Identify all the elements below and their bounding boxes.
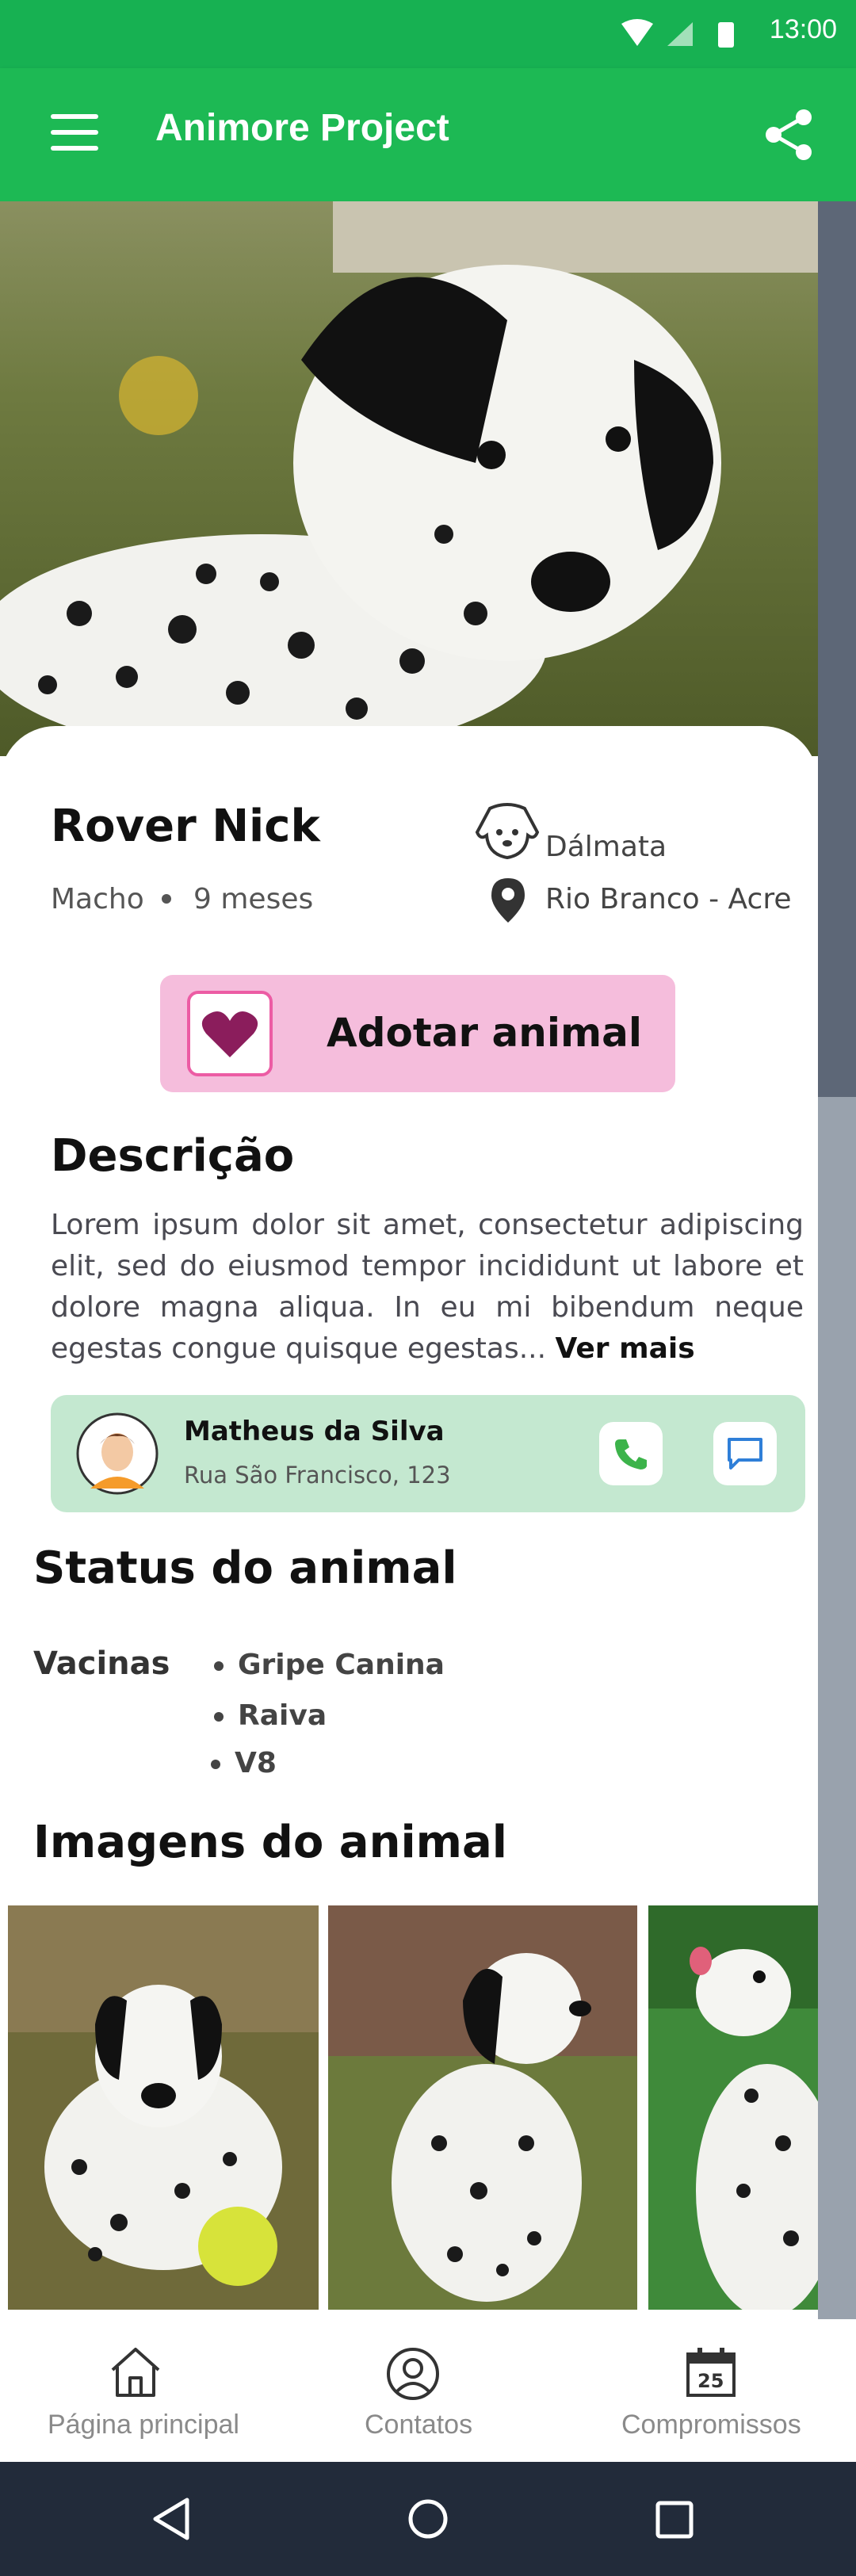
pet-breed: Dálmata <box>545 831 667 863</box>
description-text-block: Lorem ipsum dolor sit amet, consectetur … <box>51 1205 804 1370</box>
menu-icon[interactable] <box>51 113 98 154</box>
images-heading: Imagens do animal <box>33 1817 507 1868</box>
nav-label: Página principal <box>48 2410 239 2440</box>
app-title: Animore Project <box>155 107 449 149</box>
nav-label: Compromissos <box>621 2410 801 2440</box>
nav-item-contacts[interactable]: Contatos <box>333 2346 523 2449</box>
nav-label: Contatos <box>365 2410 473 2440</box>
dog-icon <box>475 803 540 860</box>
chat-icon <box>728 1438 762 1470</box>
vaccines-label: Vacinas <box>33 1645 170 1682</box>
pet-sex: Macho <box>51 883 144 915</box>
nav-item-home[interactable]: Página principal <box>32 2346 269 2449</box>
nav-item-appointments[interactable]: 25 Compromissos <box>610 2346 840 2449</box>
owner-card[interactable]: Matheus da Silva Rua São Francisco, 123 <box>51 1395 805 1512</box>
status-heading: Status do animal <box>33 1542 457 1594</box>
wifi-icon <box>621 19 653 46</box>
system-navigation-bar <box>0 2462 856 2576</box>
calendar-day: 25 <box>697 2370 724 2392</box>
heart-icon-box <box>187 991 273 1076</box>
vaccine-item: Raiva <box>238 1699 327 1732</box>
bullet <box>214 1712 224 1722</box>
pet-age: 9 meses <box>193 883 314 915</box>
home-icon <box>111 2348 160 2397</box>
bottom-navigation: Página principal Contatos 25 Compromisso… <box>0 2319 856 2462</box>
separator-dot <box>162 894 171 904</box>
phone-icon <box>615 1439 647 1470</box>
pet-name: Rover Nick <box>51 801 320 852</box>
message-button[interactable] <box>713 1422 777 1485</box>
pet-hero-image <box>0 201 818 756</box>
status-time: 13:00 <box>769 14 837 44</box>
app-bar: Animore Project <box>0 68 856 201</box>
heart-icon <box>201 1011 258 1057</box>
adopt-button[interactable]: Adotar animal <box>160 975 675 1092</box>
pet-location: Rio Branco - Acre <box>545 883 792 915</box>
see-more-link[interactable]: Ver mais <box>555 1332 694 1365</box>
owner-address: Rua São Francisco, 123 <box>184 1462 451 1489</box>
pet-image-thumbnail[interactable] <box>648 1905 818 2310</box>
scrollbar-thumb[interactable] <box>818 201 856 1097</box>
avatar <box>76 1412 159 1495</box>
pet-image-thumbnail[interactable] <box>8 1905 319 2310</box>
share-icon[interactable] <box>764 108 815 162</box>
vaccine-item: V8 <box>235 1747 277 1779</box>
bullet <box>211 1760 220 1769</box>
adopt-button-label: Adotar animal <box>327 1010 642 1056</box>
status-icons <box>621 19 734 48</box>
home-button-icon[interactable] <box>406 2497 450 2541</box>
call-button[interactable] <box>599 1422 663 1485</box>
owner-name: Matheus da Silva <box>184 1416 445 1447</box>
status-bar: 13:00 <box>0 0 856 68</box>
signal-icon <box>667 22 693 46</box>
vaccine-item: Gripe Canina <box>238 1649 445 1681</box>
description-heading: Descrição <box>51 1130 295 1182</box>
pet-image-thumbnail[interactable] <box>328 1905 637 2310</box>
recents-icon[interactable] <box>655 2500 694 2540</box>
bullet <box>214 1661 224 1671</box>
battery-icon <box>718 22 734 48</box>
location-pin-icon <box>491 878 525 923</box>
user-circle-icon <box>387 2348 439 2400</box>
back-icon[interactable] <box>151 2497 195 2541</box>
